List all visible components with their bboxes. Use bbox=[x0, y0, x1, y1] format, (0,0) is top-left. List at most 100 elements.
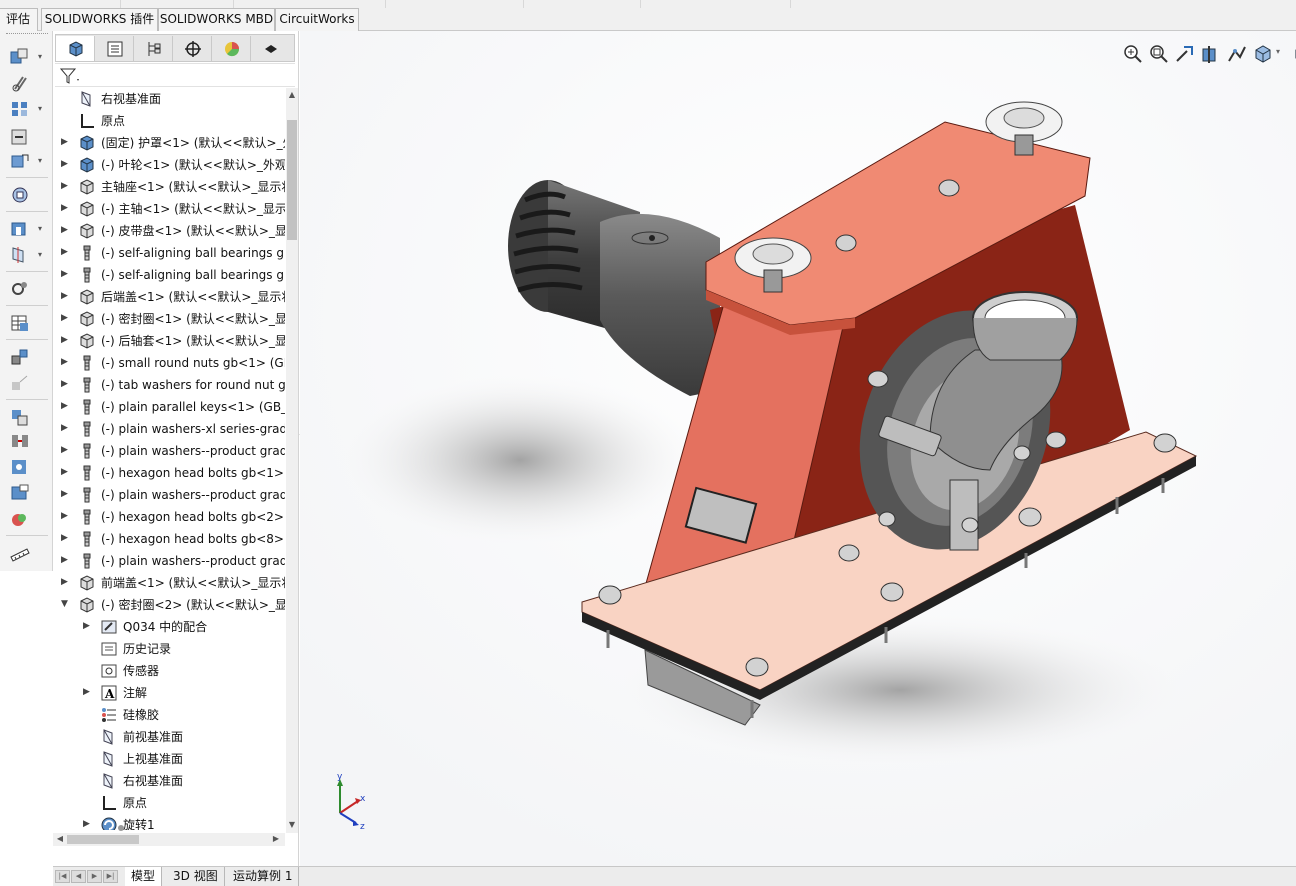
chevron-down-icon[interactable]: ▾ bbox=[38, 225, 46, 233]
tree-item[interactable]: ▶ (-) 皮带盘<1> (默认<<默认>_显示 bbox=[53, 220, 285, 242]
tree-item[interactable]: 上视基准面 bbox=[53, 748, 285, 770]
scroll-thumb[interactable] bbox=[287, 120, 297, 240]
tree-item[interactable]: ▶ (-) hexagon head bolts gb<8> bbox=[53, 528, 285, 550]
tree-item[interactable]: 硅橡胶 bbox=[53, 704, 285, 726]
interference-detection-icon[interactable] bbox=[9, 407, 31, 427]
tree-item[interactable]: ▼ (-) 密封圈<2> (默认<<默认>_显示 bbox=[53, 594, 285, 616]
tab-propertymanager[interactable] bbox=[95, 36, 134, 61]
expand-arrow-icon[interactable]: ▶ bbox=[61, 555, 70, 565]
tree-item[interactable]: ▶ (-) 后轴套<1> (默认<<默认>_显示 bbox=[53, 330, 285, 352]
expand-arrow-icon[interactable]: ▶ bbox=[61, 533, 70, 543]
clearance-verification-icon[interactable] bbox=[9, 431, 31, 451]
graphics-area[interactable]: ▾ ▾ ▾ ▾ ▾ y x z bbox=[300, 31, 1296, 866]
reference-geometry-icon[interactable] bbox=[9, 245, 31, 265]
tree-item[interactable]: ▶ (-) 叶轮<1> (默认<<默认>_外观 bbox=[53, 154, 285, 176]
scroll-down-arrow-icon[interactable]: ▼ bbox=[287, 820, 297, 830]
next-tab-button[interactable]: ▶ bbox=[87, 870, 102, 883]
tab-evaluate[interactable]: 评估 bbox=[0, 8, 38, 31]
expand-arrow-icon[interactable]: ▶ bbox=[83, 621, 92, 631]
expand-arrow-icon[interactable]: ▶ bbox=[61, 291, 70, 301]
expand-arrow-icon[interactable]: ▶ bbox=[61, 137, 70, 147]
expand-arrow-icon[interactable]: ▶ bbox=[61, 379, 70, 389]
view-orientation-icon[interactable] bbox=[1252, 43, 1274, 67]
collapse-arrow-icon[interactable]: ▼ bbox=[61, 599, 70, 609]
tree-item[interactable]: ▶ (-) 密封圈<1> (默认<<默认>_显示 bbox=[53, 308, 285, 330]
scroll-right-arrow-icon[interactable]: ▶ bbox=[271, 834, 281, 844]
tree-item[interactable]: ▶ Q034 中的配合 bbox=[53, 616, 285, 638]
ruler-icon[interactable] bbox=[9, 543, 31, 563]
mate-icon[interactable] bbox=[9, 73, 31, 93]
prev-tab-button[interactable]: ◀ bbox=[71, 870, 86, 883]
hole-alignment-icon[interactable] bbox=[9, 457, 31, 477]
expand-arrow-icon[interactable]: ▶ bbox=[83, 687, 92, 697]
chevron-down-icon[interactable]: ▾ bbox=[38, 105, 46, 113]
chevron-down-icon[interactable]: ▾ bbox=[1276, 47, 1280, 56]
expand-arrow-icon[interactable]: ▶ bbox=[61, 445, 70, 455]
exploded-view-icon[interactable] bbox=[9, 347, 31, 367]
last-tab-button[interactable]: ▶| bbox=[103, 870, 118, 883]
tab-circuitworks[interactable]: CircuitWorks bbox=[275, 8, 359, 31]
expand-arrow-icon[interactable]: ▶ bbox=[61, 511, 70, 521]
tree-item[interactable]: 原点 bbox=[53, 792, 285, 814]
scroll-left-arrow-icon[interactable]: ◀ bbox=[55, 834, 65, 844]
expand-arrow-icon[interactable]: ▶ bbox=[61, 467, 70, 477]
tree-item[interactable]: ▶ 前端盖<1> (默认<<默认>_显示状 bbox=[53, 572, 285, 594]
assembly-visualization-icon[interactable] bbox=[9, 509, 31, 529]
tree-horizontal-scrollbar[interactable]: ◀ ▶ bbox=[53, 833, 285, 846]
tree-item[interactable]: ▶ (-) self-aligning ball bearings gb bbox=[53, 242, 285, 264]
tree-item[interactable]: ▶ (-) plain parallel keys<1> (GB_C bbox=[53, 396, 285, 418]
expand-arrow-icon[interactable]: ▶ bbox=[83, 819, 92, 829]
tree-item[interactable]: ▶ (-) tab washers for round nut g bbox=[53, 374, 285, 396]
bill-of-materials-icon[interactable] bbox=[9, 313, 31, 333]
tab-solidworks-addins[interactable]: SOLIDWORKS 插件 bbox=[41, 8, 158, 31]
tree-item[interactable]: ▶ (-) plain washers--product grad bbox=[53, 484, 285, 506]
tree-item[interactable]: ▶ (固定) 护罩<1> (默认<<默认>_外观 bbox=[53, 132, 285, 154]
expand-arrow-icon[interactable]: ▶ bbox=[61, 225, 70, 235]
expand-arrow-icon[interactable]: ▶ bbox=[61, 313, 70, 323]
scroll-up-arrow-icon[interactable]: ▲ bbox=[287, 90, 297, 100]
insert-component-icon[interactable] bbox=[9, 47, 31, 67]
tree-item[interactable]: 传感器 bbox=[53, 660, 285, 682]
expand-arrow-icon[interactable]: ▶ bbox=[61, 269, 70, 279]
tree-item[interactable]: ▶ A 注解 bbox=[53, 682, 285, 704]
assembly-features-icon[interactable] bbox=[9, 219, 31, 239]
tab-configurationmanager[interactable] bbox=[134, 36, 173, 61]
tree-item[interactable]: 历史记录 bbox=[53, 638, 285, 660]
scroll-thumb[interactable] bbox=[67, 835, 139, 844]
tree-item[interactable]: ▶ 后端盖<1> (默认<<默认>_显示状 bbox=[53, 286, 285, 308]
expand-arrow-icon[interactable]: ▶ bbox=[61, 489, 70, 499]
expand-arrow-icon[interactable]: ▶ bbox=[61, 401, 70, 411]
explode-line-sketch-icon[interactable] bbox=[9, 373, 31, 393]
expand-arrow-icon[interactable]: ▶ bbox=[61, 203, 70, 213]
tab-model[interactable]: 模型 bbox=[125, 867, 163, 886]
tab-featuremanager[interactable] bbox=[56, 36, 95, 61]
measure-icon[interactable] bbox=[9, 483, 31, 503]
dynamic-annotation-views-icon[interactable] bbox=[1226, 43, 1248, 67]
tree-vertical-scrollbar[interactable]: ▲ ▼ bbox=[286, 88, 298, 833]
smart-fasteners-icon[interactable] bbox=[9, 127, 31, 147]
tree-item[interactable]: 原点 bbox=[53, 110, 285, 132]
tree-item[interactable]: ▶ (-) small round nuts gb<1> (GB bbox=[53, 352, 285, 374]
tab-dimxpertmanager[interactable] bbox=[173, 36, 212, 61]
chevron-down-icon[interactable]: ▾ bbox=[38, 251, 46, 259]
tree-item[interactable]: ▶ (-) 主轴<1> (默认<<默认>_显示状 bbox=[53, 198, 285, 220]
move-component-icon[interactable] bbox=[9, 151, 31, 171]
tab-3d-view[interactable]: 3D 视图 bbox=[167, 867, 225, 886]
new-motion-study-icon[interactable] bbox=[9, 279, 31, 299]
tree-item[interactable]: ▶ (-) plain washers-xl series-grad bbox=[53, 418, 285, 440]
expand-arrow-icon[interactable]: ▶ bbox=[61, 357, 70, 367]
section-view-icon[interactable] bbox=[1200, 43, 1222, 67]
tab-solidworks-mbd[interactable]: SOLIDWORKS MBD bbox=[158, 8, 275, 31]
tree-item[interactable]: ▶ (-) plain washers--product grad bbox=[53, 550, 285, 572]
expand-arrow-icon[interactable]: ▶ bbox=[61, 247, 70, 257]
display-style-icon[interactable] bbox=[1292, 43, 1296, 67]
expand-arrow-icon[interactable]: ▶ bbox=[61, 335, 70, 345]
tree-item[interactable]: ▶ (-) plain washers--product grad bbox=[53, 440, 285, 462]
chevron-down-icon[interactable]: ▾ bbox=[38, 53, 46, 61]
expand-arrow-icon[interactable]: ▶ bbox=[61, 577, 70, 587]
tree-item[interactable]: ▶ 主轴座<1> (默认<<默认>_显示状 bbox=[53, 176, 285, 198]
expand-arrow-icon[interactable]: ▶ bbox=[61, 159, 70, 169]
linear-pattern-icon[interactable] bbox=[9, 99, 31, 119]
tree-item[interactable]: ▶ (-) hexagon head bolts gb<1> bbox=[53, 462, 285, 484]
tree-item[interactable]: ▶ 旋转1 bbox=[53, 814, 285, 830]
